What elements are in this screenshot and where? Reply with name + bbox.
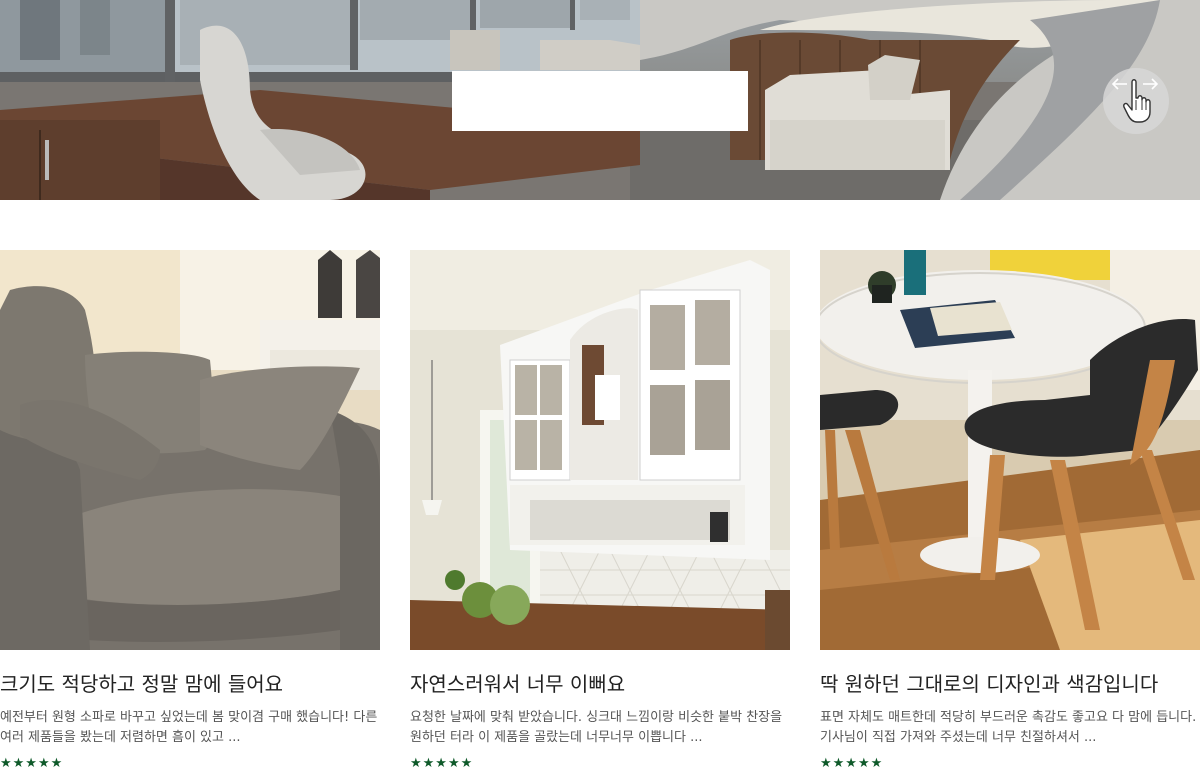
review-card[interactable]: 크기도 적당하고 정말 맘에 들어요 예전부터 원형 소파로 바꾸고 싶었는데 … — [0, 250, 380, 772]
rating-stars: ★★★★★ — [0, 756, 64, 771]
review-card-list: 크기도 적당하고 정말 맘에 들어요 예전부터 원형 소파로 바꾸고 싶었는데 … — [0, 250, 1200, 772]
review-title[interactable]: 딱 원하던 그대로의 디자인과 색감입니다 — [820, 670, 1200, 698]
review-card[interactable]: 딱 원하던 그대로의 디자인과 색감입니다 표면 자체도 매트한데 적당히 부드… — [820, 250, 1200, 772]
swipe-navigation-button[interactable] — [1103, 68, 1169, 134]
page: 크기도 적당하고 정말 맘에 들어요 예전부터 원형 소파로 바꾸고 싶었는데 … — [0, 0, 1200, 772]
review-title[interactable]: 크기도 적당하고 정말 맘에 들어요 — [0, 670, 380, 698]
review-image-kitchen[interactable] — [410, 250, 790, 650]
white-kitchen-cabinet-photo — [410, 250, 790, 650]
rating-stars: ★★★★★ — [820, 756, 884, 771]
swipe-left-right-hand-icon — [1111, 78, 1159, 123]
review-description: 예전부터 원형 소파로 바꾸고 싶었는데 봄 맞이겸 구매 했습니다! 다른 여… — [0, 710, 378, 745]
review-description: 요청한 날짜에 맞춰 받았습니다. 싱크대 느낌이랑 비슷한 붙박 찬장을 원하… — [410, 710, 783, 745]
review-description: 표면 자체도 매트한데 적당히 부드러운 촉감도 좋고요 다 맘에 듭니다. 기… — [820, 710, 1197, 745]
rating-stars: ★★★★★ — [410, 756, 474, 771]
hero-title-box — [452, 71, 748, 131]
review-image-armchair[interactable] — [0, 250, 380, 650]
review-title[interactable]: 자연스러워서 너무 이뻐요 — [410, 670, 790, 698]
round-table-chairs-photo — [820, 250, 1200, 650]
hero-banner — [0, 0, 1200, 200]
review-image-table-chairs[interactable] — [820, 250, 1200, 650]
review-card[interactable]: 자연스러워서 너무 이뻐요 요청한 날짜에 맞춰 받았습니다. 싱크대 느낌이랑… — [410, 250, 790, 772]
gray-armchair-photo — [0, 250, 380, 650]
